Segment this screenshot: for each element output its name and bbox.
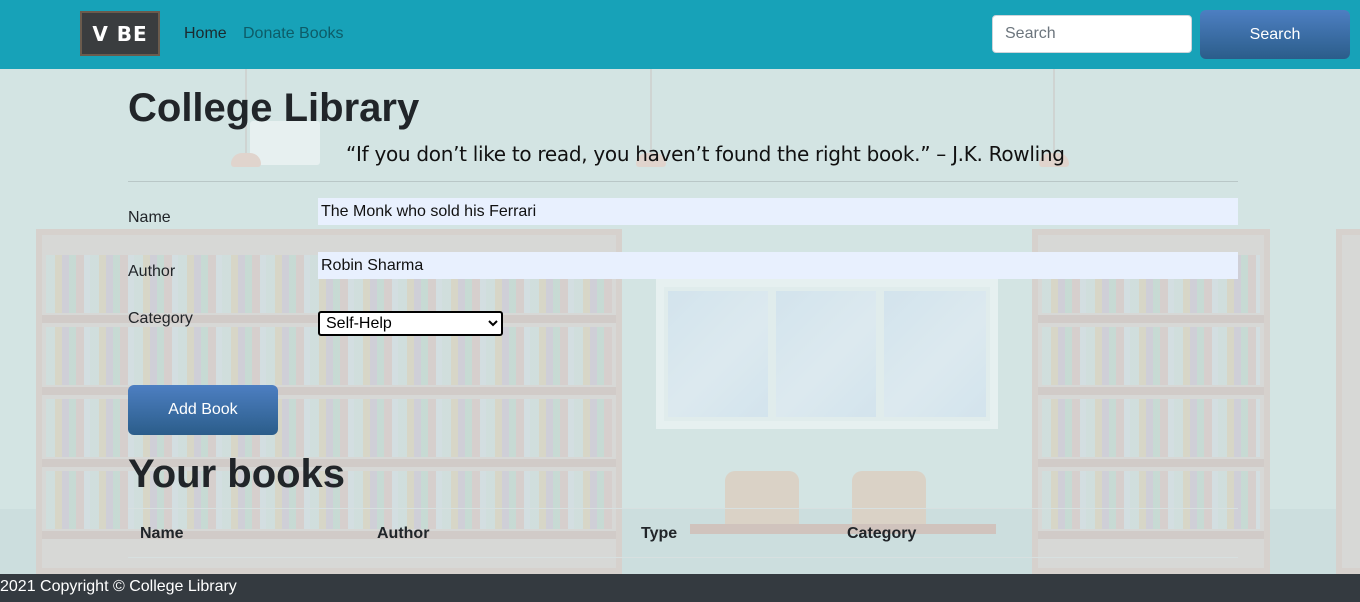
- divider: [128, 181, 1238, 182]
- category-label: Category: [128, 310, 193, 327]
- nav-link-donate-books[interactable]: Donate Books: [243, 25, 344, 43]
- navbar: V BE Home Donate Books Search: [0, 0, 1360, 69]
- logo-text: V BE: [92, 21, 148, 46]
- author-label: Author: [128, 263, 176, 280]
- main-content: College Library “If you don’t like to re…: [0, 0, 1360, 602]
- footer: 2021 Copyright © College Library: [0, 574, 1360, 602]
- nav-link-home[interactable]: Home: [184, 25, 227, 43]
- column-header-type[interactable]: Type: [641, 525, 677, 543]
- name-label: Name: [128, 209, 171, 226]
- quote: “If you don’t like to read, you haven’t …: [346, 142, 1065, 166]
- column-header-name[interactable]: Name: [140, 525, 184, 543]
- page-title: College Library: [128, 86, 420, 130]
- column-header-category[interactable]: Category: [847, 525, 916, 543]
- name-field[interactable]: [318, 198, 1238, 225]
- logo[interactable]: V BE: [80, 11, 160, 56]
- search-input[interactable]: [992, 15, 1192, 53]
- add-book-button[interactable]: Add Book: [128, 385, 278, 435]
- author-field[interactable]: [318, 252, 1238, 279]
- search-button[interactable]: Search: [1200, 10, 1350, 59]
- books-table: Name Author Type Category: [128, 508, 1238, 558]
- footer-copyright: 2021 Copyright © College Library: [0, 578, 237, 595]
- category-select[interactable]: Self-Help: [318, 311, 503, 336]
- your-books-heading: Your books: [128, 452, 346, 496]
- column-header-author[interactable]: Author: [377, 525, 429, 543]
